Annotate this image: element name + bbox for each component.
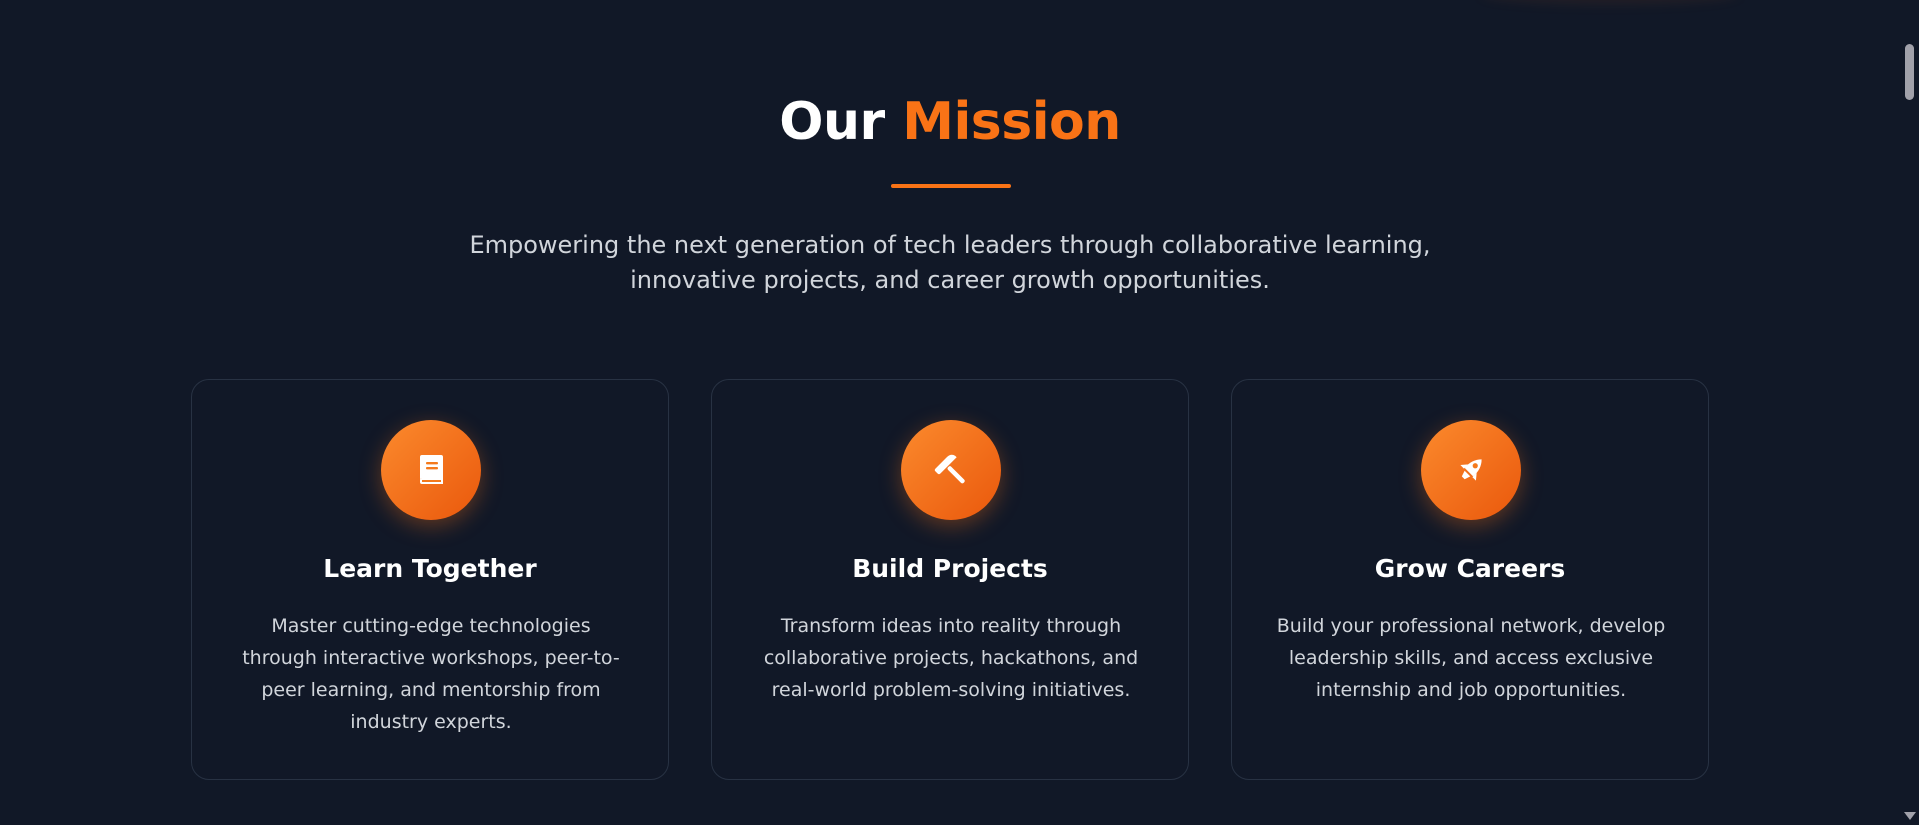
section-subtitle: Empowering the next generation of tech l… [469,231,1431,294]
title-divider [891,184,1011,188]
card-build-projects: Build Projects Transform ideas into real… [711,379,1189,780]
card-description: Master cutting-edge technologies through… [242,615,620,733]
card-description: Build your professional network, develop… [1276,615,1666,701]
hammer-icon [901,420,1001,520]
scroll-down-arrow-icon[interactable] [1904,812,1916,820]
vertical-scrollbar[interactable] [1900,0,1919,825]
card-title: Build Projects [852,554,1048,583]
rocket-icon [1421,420,1521,520]
card-learn-together: Learn Together Master cutting-edge techn… [191,379,669,780]
card-title: Grow Careers [1374,554,1566,583]
mission-section: Our Mission Empowering the next generati… [0,0,1900,825]
book-icon [381,420,481,520]
title-plain: Our [779,92,885,152]
card-description: Transform ideas into reality through col… [763,615,1139,701]
page: Our Mission Empowering the next generati… [0,0,1919,825]
card-grow-careers: Grow Careers Build your professional net… [1231,379,1709,780]
card-title: Learn Together [323,554,537,583]
title-accent: Mission [902,92,1121,152]
section-title: Our Mission [0,90,1900,154]
scrollbar-thumb[interactable] [1905,44,1914,100]
